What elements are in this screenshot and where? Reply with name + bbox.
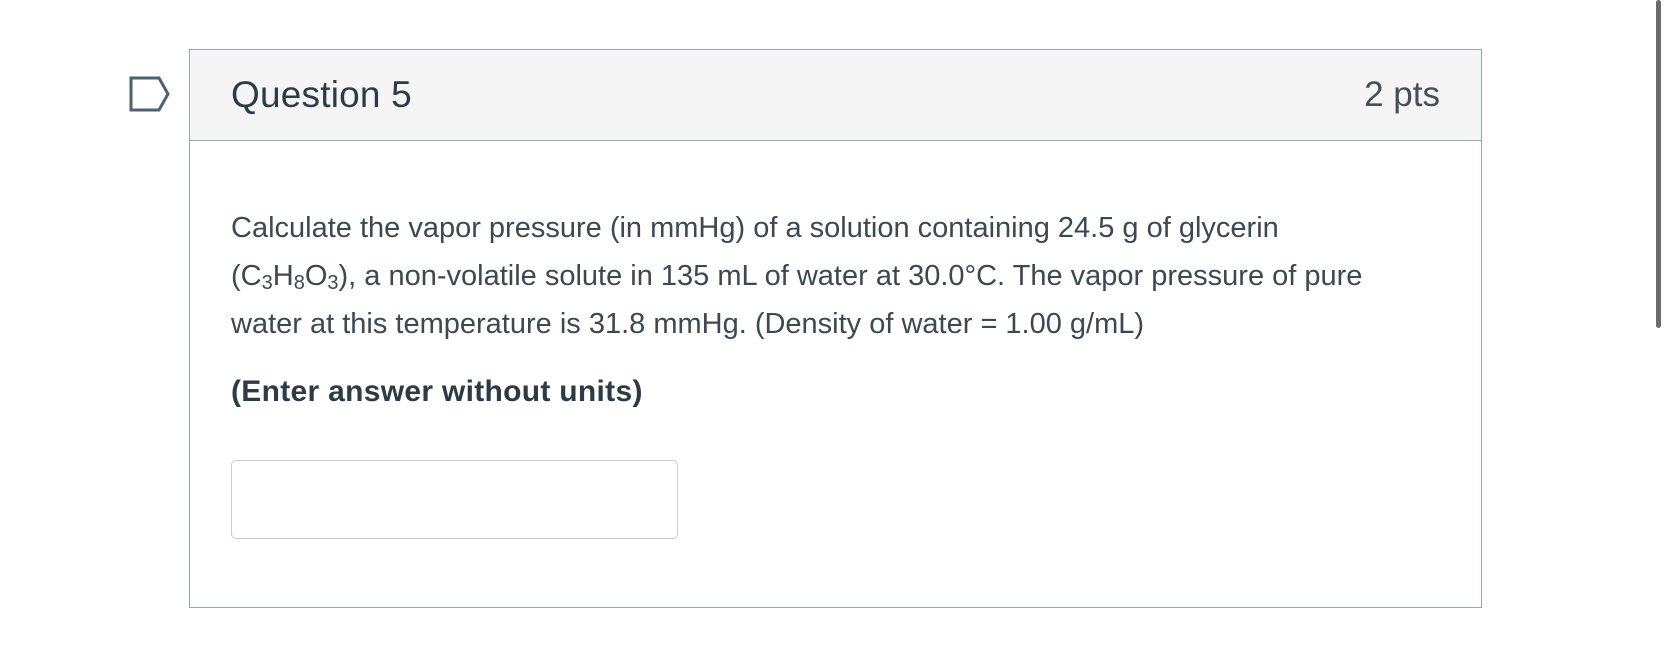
question-body: Calculate the vapor pressure (in mmHg) o… [190, 141, 1481, 539]
question-header: Question 5 2 pts [190, 50, 1481, 141]
question-text: Calculate the vapor pressure (in mmHg) o… [231, 204, 1411, 348]
subscript-carbon: 3 [261, 272, 273, 294]
question-text-part-2: H [272, 260, 294, 292]
question-card: Question 5 2 pts Calculate the vapor pre… [189, 49, 1482, 608]
subscript-oxygen: 3 [327, 272, 339, 294]
answer-input[interactable] [231, 460, 678, 539]
question-text-part-4: ), a non-volatile solute in 135 mL of wa… [231, 260, 1363, 340]
question-title: Question 5 [231, 74, 412, 115]
flag-question-icon[interactable] [129, 76, 171, 112]
subscript-hydrogen: 8 [293, 272, 305, 294]
question-text-part-3: O [304, 260, 328, 292]
answer-instruction: (Enter answer without units) [231, 375, 643, 408]
scrollbar-thumb[interactable] [1656, 0, 1661, 328]
question-points: 2 pts [1364, 75, 1440, 114]
